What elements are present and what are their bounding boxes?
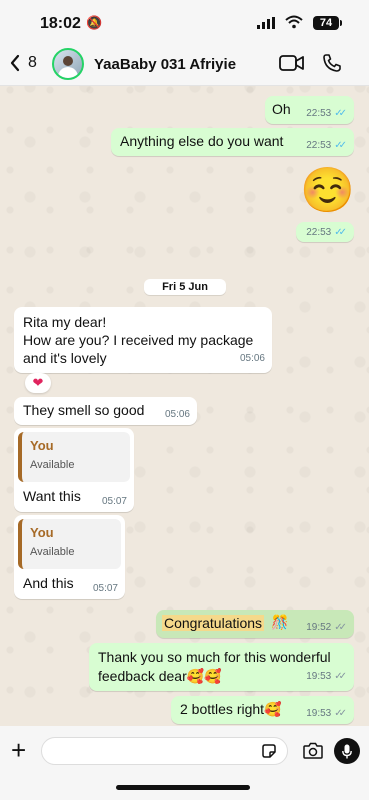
message-time: 05:06 [164, 409, 190, 420]
message-text-line: How are you? I received my package [23, 332, 254, 348]
quote-author: You [30, 438, 54, 453]
voice-call-icon[interactable] [322, 53, 342, 73]
microphone-icon [342, 744, 352, 758]
read-receipt-icon: ✓✓ [334, 108, 347, 119]
message-meta: 19:52 ✓✓ [306, 622, 347, 633]
sticker-icon[interactable] [261, 743, 277, 759]
message-text: And this [23, 575, 74, 591]
message-meta: 05:06 [165, 409, 190, 420]
message-meta: 05:07 [102, 496, 127, 507]
status-time: 18:02 [40, 15, 81, 32]
camera-icon[interactable] [303, 742, 323, 759]
read-receipt-icon: ✓✓ [334, 227, 347, 238]
contact-name[interactable]: YaaBaby 031 Afriyie [94, 56, 236, 73]
message-incoming[interactable]: You Available Want this 05:07 [14, 428, 134, 512]
message-outgoing[interactable]: 2 bottles right🥰 19:53 ✓✓ [171, 696, 354, 724]
quote-text: Available [30, 546, 75, 558]
status-bar: 18:02 🔕 74 [0, 0, 369, 46]
message-time: 19:53 [306, 671, 332, 682]
message-incoming[interactable]: They smell so good 05:06 [14, 397, 197, 425]
message-meta: 22:53 ✓✓ [306, 108, 347, 119]
quoted-message[interactable]: You Available [18, 432, 130, 482]
battery-indicator: 74 [313, 16, 342, 30]
message-outgoing[interactable]: Congratulations 🎊 19:52 ✓✓ [156, 610, 354, 638]
emoji-message[interactable]: ☺️ [300, 166, 355, 216]
message-meta: 22:53 ✓✓ [306, 227, 347, 238]
message-outgoing[interactable]: Oh 22:53 ✓✓ [265, 96, 354, 124]
unread-count: 8 [28, 54, 37, 71]
message-text: 2 bottles right🥰 [180, 701, 282, 717]
back-button[interactable]: 8 [10, 54, 37, 72]
message-text-line: Thank you so much for this wonderful [98, 649, 331, 665]
wifi-icon [285, 15, 303, 29]
message-text: They smell so good [23, 402, 145, 418]
message-outgoing[interactable]: Thank you so much for this wonderful fee… [89, 643, 354, 691]
message-meta: 05:07 [93, 583, 118, 594]
message-outgoing[interactable]: Anything else do you want 22:53 ✓✓ [111, 128, 354, 156]
date-divider: Fri 5 Jun [144, 279, 226, 295]
silent-bell-icon: 🔕 [86, 15, 103, 30]
mic-button[interactable] [334, 738, 360, 764]
message-time: 19:53 [306, 708, 332, 719]
delivered-receipt-icon: ✓✓ [334, 708, 347, 719]
message-text-line: feedback dear🥰🥰 [98, 668, 222, 684]
cellular-signal-icon [257, 17, 275, 29]
message-input[interactable] [41, 737, 288, 765]
message-meta: 19:53 ✓✓ [306, 667, 347, 686]
quote-text: Available [30, 459, 75, 471]
message-text: Oh [272, 101, 291, 117]
message-text-line: and it's lovely [23, 350, 107, 366]
contact-avatar[interactable] [52, 48, 84, 80]
chat-header: 8 YaaBaby 031 Afriyie [0, 46, 369, 86]
message-meta: 05:06 [240, 349, 265, 368]
message-incoming[interactable]: You Available And this 05:07 [14, 515, 125, 599]
message-time: 05:07 [101, 496, 127, 507]
message-text: Want this [23, 488, 81, 504]
message-meta: 19:53 ✓✓ [306, 708, 347, 719]
message-text: Congratulations [162, 615, 265, 631]
delivered-receipt-icon: ✓✓ [334, 622, 347, 633]
message-outgoing[interactable]: 22:53 ✓✓ [296, 222, 354, 242]
chevron-left-icon [10, 54, 20, 72]
quoted-message[interactable]: You Available [18, 519, 121, 569]
message-time: 22:53 [306, 227, 332, 238]
heart-reaction[interactable]: ❤ [25, 373, 51, 393]
quote-author: You [30, 525, 54, 540]
message-incoming[interactable]: Rita my dear! How are you? I received my… [14, 307, 272, 373]
attach-plus-icon[interactable]: + [11, 737, 26, 763]
message-time: 22:53 [306, 108, 332, 119]
message-meta: 22:53 ✓✓ [306, 140, 347, 151]
message-time: 19:52 [306, 622, 332, 633]
message-time: 05:07 [92, 583, 118, 594]
read-receipt-icon: ✓✓ [334, 140, 347, 151]
delivered-receipt-icon: ✓✓ [334, 671, 347, 682]
message-text: Anything else do you want [120, 133, 284, 149]
message-text-line: Rita my dear! [23, 314, 107, 330]
confetti-emoji: 🎊 [271, 614, 289, 630]
video-call-icon[interactable] [279, 54, 305, 72]
home-indicator [116, 785, 250, 790]
message-time: 22:53 [306, 140, 332, 151]
message-time: 05:06 [239, 353, 265, 364]
